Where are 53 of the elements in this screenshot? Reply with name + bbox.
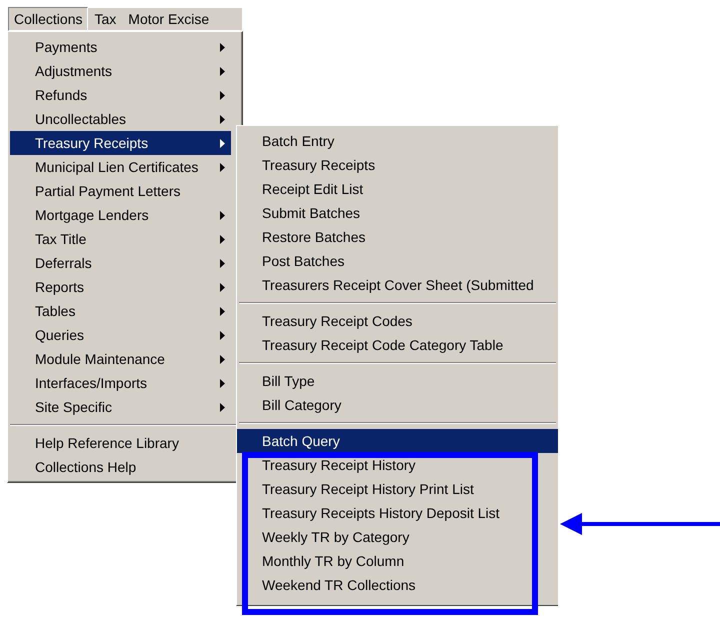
menu-bar-item[interactable]: Motor Excise [122,7,216,31]
submenu-arrow-icon [220,402,225,412]
menu-item[interactable]: Submit Batches [237,201,558,225]
menu-item[interactable]: Bill Type [237,369,558,393]
menu-item[interactable]: Treasurers Receipt Cover Sheet (Submitted [237,273,558,297]
menu-bar-item[interactable]: Collections [8,7,88,31]
submenu-arrow-icon [220,282,225,292]
menu-item[interactable]: Monthly TR by Column [237,549,558,573]
menu-item[interactable]: Site Specific [10,395,231,419]
menu-item[interactable]: Treasury Receipt Code Category Table [237,333,558,357]
menu-item[interactable]: Queries [10,323,231,347]
submenu-arrow-icon [220,354,225,364]
menu-item[interactable]: Batch Entry [237,129,558,153]
menu-item[interactable]: Treasury Receipts [237,153,558,177]
menu-item[interactable]: Bill Category [237,393,558,417]
submenu-arrow-icon [220,66,225,76]
menu-item[interactable]: Collections Help [10,455,231,479]
menu-bar-item[interactable]: Tax [88,7,122,31]
submenu-arrow-icon [220,138,225,148]
menu-item[interactable]: Help Reference Library [10,431,231,455]
submenu-arrow-icon [220,258,225,268]
menu-item[interactable]: Treasury Receipts [10,131,231,155]
menu-item[interactable]: Municipal Lien Certificates [10,155,231,179]
menu-item[interactable]: Treasury Receipt History Print List [237,477,558,501]
menu-item[interactable]: Restore Batches [237,225,558,249]
menu-item[interactable]: Tax Title [10,227,231,251]
submenu-arrow-icon [220,210,225,220]
menu-item[interactable]: Batch Query [237,429,558,453]
menu-item[interactable]: Module Maintenance [10,347,231,371]
menu-item[interactable]: Reports [10,275,231,299]
menu-item[interactable]: Receipt Edit List [237,177,558,201]
menu-item[interactable]: Mortgage Lenders [10,203,231,227]
menu-item[interactable]: Treasury Receipts History Deposit List [237,501,558,525]
menu-item[interactable]: Interfaces/Imports [10,371,231,395]
submenu-arrow-icon [220,162,225,172]
menu-item[interactable]: Tables [10,299,231,323]
submenu-arrow-icon [220,114,225,124]
menu-item[interactable]: Partial Payment Letters [10,179,231,203]
menu-item[interactable]: Weekend TR Collections [237,573,558,597]
menu-item[interactable]: Post Batches [237,249,558,273]
menu-item[interactable]: Treasury Receipt Codes [237,309,558,333]
submenu-arrow-icon [220,234,225,244]
submenu-arrow-icon [220,90,225,100]
submenu-arrow-icon [220,330,225,340]
menu-item[interactable]: Refunds [10,83,231,107]
menu-item[interactable]: Uncollectables [10,107,231,131]
menu-item[interactable]: Deferrals [10,251,231,275]
submenu-arrow-icon [220,42,225,52]
menu-item[interactable]: Weekly TR by Category [237,525,558,549]
menu-item[interactable]: Adjustments [10,59,231,83]
menu-item[interactable]: Payments [10,35,231,59]
submenu-arrow-icon [220,378,225,388]
submenu-arrow-icon [220,306,225,316]
